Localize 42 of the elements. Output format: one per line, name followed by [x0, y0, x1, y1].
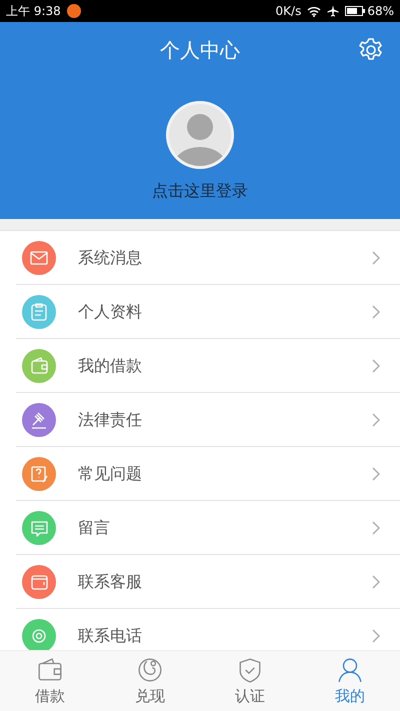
- chevron-icon: [372, 629, 380, 643]
- menu-label: 法律责任: [78, 409, 143, 431]
- menu-label: 联系电话: [78, 625, 143, 647]
- wallet-icon: [22, 565, 56, 599]
- chevron-icon: [372, 413, 380, 427]
- clipboard-icon: [22, 295, 56, 329]
- chevron-icon: [372, 467, 380, 481]
- menu-label: 系统消息: [78, 247, 143, 269]
- tab[interactable]: 我的: [300, 651, 400, 711]
- battery-level: 68%: [367, 3, 394, 20]
- menu-label: 我的借款: [78, 355, 143, 377]
- settings-icon[interactable]: [358, 37, 384, 63]
- chevron-icon: [372, 521, 380, 535]
- tab[interactable]: 兑现: [100, 651, 200, 711]
- avatar[interactable]: [166, 101, 234, 169]
- wallet-icon: [22, 349, 56, 383]
- status-time: 上午 9:38: [6, 3, 61, 20]
- tab[interactable]: 借款: [0, 651, 100, 711]
- network-speed: 0K/s: [276, 3, 302, 20]
- menu-label: 个人资料: [78, 301, 143, 323]
- airplane-icon: [327, 5, 340, 17]
- page-title: 个人中心: [160, 37, 240, 64]
- coin-swirl-icon: [137, 657, 163, 683]
- chevron-icon: [372, 305, 380, 319]
- chevron-icon: [372, 359, 380, 373]
- menu-label: 联系客服: [78, 571, 143, 593]
- tab[interactable]: 认证: [200, 651, 300, 711]
- login-link[interactable]: 点击这里登录: [152, 179, 248, 203]
- mail-icon: [22, 241, 56, 275]
- shield-check-icon: [237, 657, 263, 683]
- question-note-icon: [22, 457, 56, 491]
- chevron-icon: [372, 575, 380, 589]
- person-icon: [337, 657, 363, 683]
- notification-icon: [66, 4, 81, 18]
- wifi-icon: [307, 6, 322, 16]
- menu-label: 常见问题: [78, 463, 143, 485]
- gavel-icon: [22, 403, 56, 437]
- chat-icon: [22, 511, 56, 545]
- battery-icon: [345, 6, 366, 16]
- chevron-icon: [372, 251, 380, 265]
- menu-label: 留言: [78, 517, 111, 539]
- wallet-icon: [37, 657, 63, 683]
